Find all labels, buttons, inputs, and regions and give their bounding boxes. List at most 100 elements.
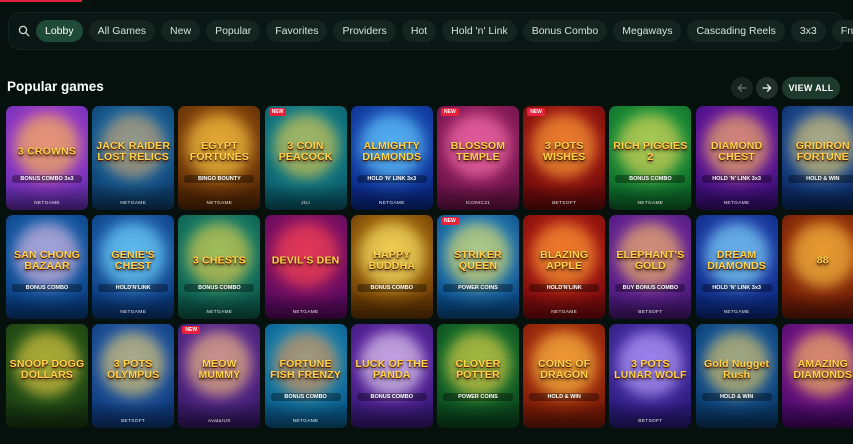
card-fade	[178, 184, 261, 210]
game-subtitle: BONUS COMBO	[356, 283, 427, 292]
carousel-prev-button[interactable]	[731, 77, 753, 99]
active-tab-indicator	[0, 0, 82, 2]
game-title: BLOSSOM TEMPLE	[450, 139, 506, 163]
filter-chip-hold-n-link[interactable]: Hold 'n' Link	[442, 20, 517, 42]
card-fade	[695, 184, 778, 210]
game-title: 3 POTS WISHES	[542, 139, 586, 163]
game-subtitle: HOLD 'N' LINK 3x3	[356, 174, 427, 183]
game-subtitle: BONUS COMBO 3x3	[12, 174, 82, 183]
game-card[interactable]: COINS OF DRAGON HOLD & WIN	[523, 324, 606, 428]
game-card[interactable]: 3 CROWNS BONUS COMBO 3x3 NETGAME	[6, 106, 88, 210]
game-card[interactable]: ALMIGHTY DIAMONDS HOLD 'N' LINK 3x3 NETGAM…	[350, 106, 433, 210]
carousel-next-button[interactable]	[756, 77, 778, 99]
card-fade	[6, 293, 88, 319]
card-fade	[264, 293, 347, 319]
game-title: DREAM DIAMONDS	[707, 248, 766, 272]
view-all-button[interactable]: VIEW ALL	[782, 77, 840, 99]
game-card[interactable]: STRIKER QUEEN POWER COINS NEW	[437, 215, 519, 319]
game-title: LUCK OF THE PANDA	[355, 357, 429, 381]
card-fade	[523, 293, 606, 319]
filter-chip-bonus-combo[interactable]: Bonus Combo	[522, 20, 608, 42]
game-card[interactable]: 88	[781, 215, 853, 319]
new-badge: NEW	[441, 217, 459, 225]
game-card[interactable]: AMAZING DIAMONDS	[781, 324, 853, 428]
card-fade	[6, 402, 88, 428]
filter-chip-megaways[interactable]: Megaways	[613, 20, 682, 42]
card-fade	[264, 184, 347, 210]
game-title: Gold Nugget Rush	[703, 357, 770, 381]
game-card[interactable]: HAPPY BUDDHA BONUS COMBO	[350, 215, 433, 319]
game-card[interactable]: JACK RAIDER LOST RELICS NETGAME	[92, 106, 175, 210]
filter-chip-new[interactable]: New	[161, 20, 201, 42]
game-subtitle: HOLD 'N' LINK 3x3	[701, 283, 772, 292]
game-card[interactable]: SAN CHONG BAZAAR BONUS COMBO	[6, 215, 88, 319]
filter-chip-hot[interactable]: Hot	[401, 20, 437, 42]
game-title: SNOOP DOGG DOLLARS	[9, 357, 85, 381]
game-card[interactable]: BLAZING APPLE HOLD'N'LINK NETGAME	[523, 215, 606, 319]
game-card[interactable]: DEVIL'S DEN NETGAME	[264, 215, 347, 319]
game-card[interactable]: FORTUNE FISH FRENZY BONUS COMBO NETGAME	[264, 324, 347, 428]
game-title: AMAZING DIAMONDS	[793, 357, 853, 381]
filter-chip-all-games[interactable]: All Games	[88, 20, 156, 42]
game-subtitle: BONUS COMBO	[615, 174, 686, 183]
filter-chip-favorites[interactable]: Favorites	[266, 20, 328, 42]
card-fade	[523, 184, 606, 210]
game-card[interactable]: CLOVER POTTER POWER COINS	[437, 324, 519, 428]
game-title: 3 POTS LUNAR WOLF	[614, 357, 687, 381]
game-card[interactable]: GENIE'S CHEST HOLD'N'LINK NETGAME	[92, 215, 175, 319]
game-title: 3 CROWNS	[17, 145, 77, 158]
search-icon	[18, 25, 30, 37]
filter-chip-fruits[interactable]: Fruits	[831, 20, 853, 42]
game-provider: NETGAME	[206, 310, 233, 315]
game-provider: BETSOFT	[638, 310, 663, 315]
game-card[interactable]: 3 POTS LUNAR WOLF BETSOFT	[609, 324, 692, 428]
card-fade	[609, 402, 692, 428]
card-fade	[523, 402, 606, 428]
game-provider: BETSOFT	[638, 419, 663, 424]
game-card[interactable]: RICH PIGGIES 2 BONUS COMBO NETGAME	[609, 106, 692, 210]
game-card[interactable]: 3 POTS OLYMPUS BETSOFT	[92, 324, 175, 428]
game-card[interactable]: BLOSSOM TEMPLE ICONIC21 NEW	[437, 106, 519, 210]
game-title: COINS OF DRAGON	[538, 357, 591, 381]
card-fade	[609, 184, 692, 210]
game-provider: NETGAME	[292, 419, 319, 424]
filter-chip-lobby[interactable]: Lobby	[36, 20, 83, 42]
game-card[interactable]: 3 COIN PEACOCK JILI NEW	[264, 106, 347, 210]
filter-chip-popular[interactable]: Popular	[206, 20, 261, 42]
game-title: ELEPHANT'S GOLD	[616, 248, 685, 272]
game-provider: BETSOFT	[552, 201, 577, 206]
game-subtitle: POWER COINS	[443, 283, 513, 292]
new-badge: NEW	[527, 108, 545, 116]
game-title: 88	[816, 254, 829, 267]
game-subtitle: POWER COINS	[443, 392, 513, 401]
search-button[interactable]	[18, 20, 30, 42]
game-title: EGYPT FORTUNES	[189, 139, 250, 163]
game-subtitle: BONUS COMBO	[12, 283, 82, 292]
game-card[interactable]: EGYPT FORTUNES BINGO BOUNTY NETGAME	[178, 106, 261, 210]
game-card[interactable]: LUCK OF THE PANDA BONUS COMBO	[350, 324, 433, 428]
casino-lobby: Lobby All Games New Popular Favorites Provide…	[0, 0, 853, 444]
game-title: 3 POTS OLYMPUS	[107, 357, 160, 381]
game-card[interactable]: SNOOP DOGG DOLLARS	[6, 324, 88, 428]
game-title: JACK RAIDER LOST RELICS	[96, 139, 171, 163]
card-fade	[92, 184, 175, 210]
game-card[interactable]: 3 POTS WISHES BETSOFT NEW	[523, 106, 606, 210]
game-card[interactable]: DIAMOND CHEST HOLD 'N' LINK 3x3 NETGAME	[695, 106, 778, 210]
game-subtitle: HOLD'N'LINK	[98, 283, 169, 292]
game-title: CLOVER POTTER	[455, 357, 501, 381]
card-fade	[609, 293, 692, 319]
game-title: RICH PIGGIES 2	[613, 139, 688, 163]
game-subtitle: HOLD 'N' LINK 3x3	[701, 174, 772, 183]
game-card[interactable]: ELEPHANT'S GOLD BUY BONUS COMBO BETSOFT	[609, 215, 692, 319]
game-card[interactable]: 3 CHESTS BONUS COMBO NETGAME	[178, 215, 261, 319]
filter-chip-3x3[interactable]: 3x3	[790, 20, 826, 42]
game-title: FORTUNE FISH FRENZY	[270, 357, 342, 381]
filter-chip-providers[interactable]: Providers	[333, 20, 396, 42]
arrow-right-icon	[762, 84, 772, 92]
game-card[interactable]: GRIDIRON FORTUNE HOLD & WIN	[781, 106, 853, 210]
game-subtitle: BONUS COMBO	[184, 283, 255, 292]
game-card[interactable]: Gold Nugget Rush HOLD & WIN	[695, 324, 778, 428]
game-card[interactable]: DREAM DIAMONDS HOLD 'N' LINK 3x3 NETGAME	[695, 215, 778, 319]
filter-chip-cascading-reels[interactable]: Cascading Reels	[687, 20, 785, 42]
game-card[interactable]: MEOW MUMMY AvatarUX NEW	[178, 324, 261, 428]
